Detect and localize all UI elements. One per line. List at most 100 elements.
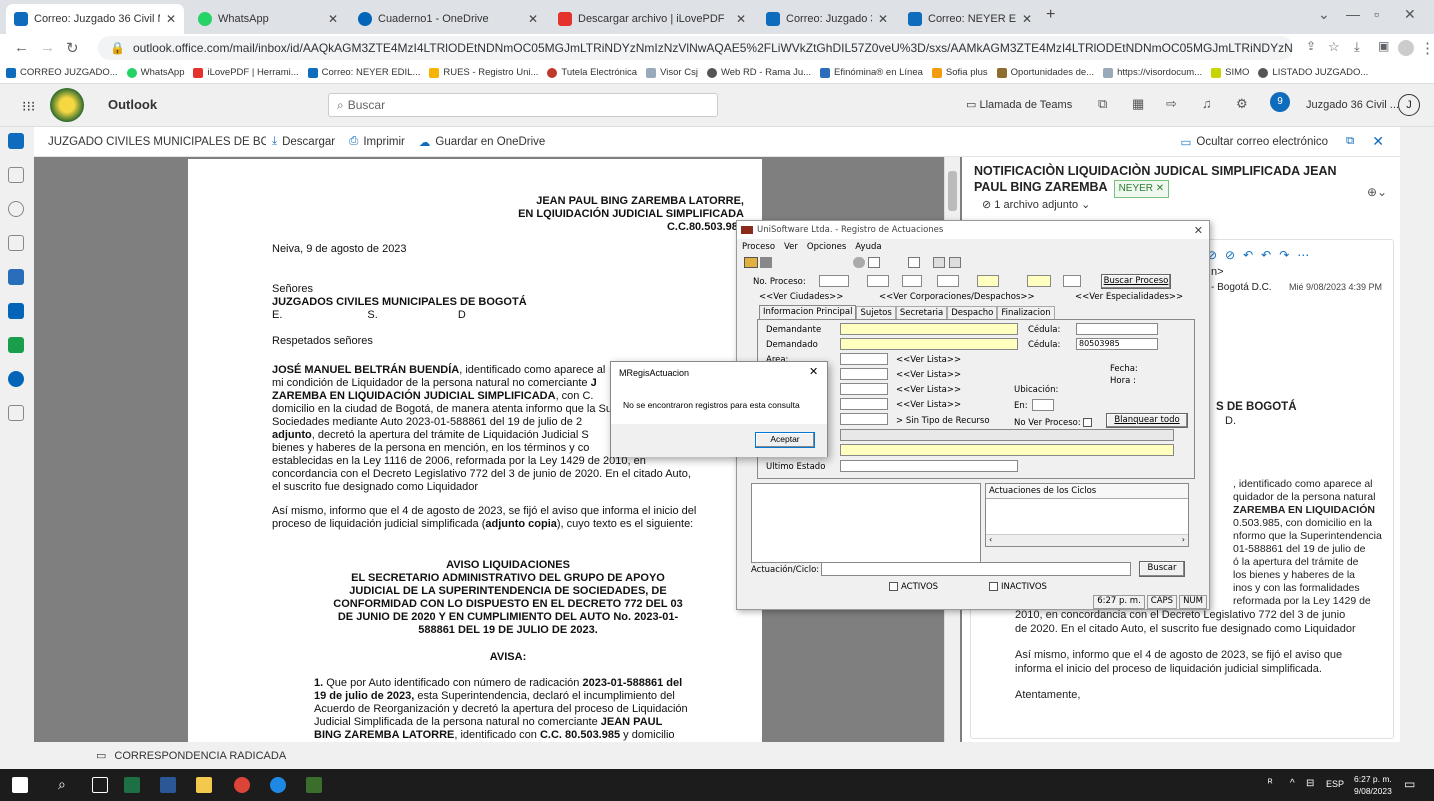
lista-field-1[interactable]	[840, 368, 888, 380]
en-field[interactable]	[1032, 399, 1054, 411]
tab-outlook-juzgado-2[interactable]: Correo: Juzgado 36 Civil Municip✕	[758, 4, 896, 34]
premium-badge[interactable]: 9	[1270, 92, 1290, 112]
ver-lista-link[interactable]: <<Ver Lista>>	[896, 400, 961, 410]
attachment-count[interactable]: ⊘ 1 archivo adjunto ⌄	[982, 198, 1090, 211]
address-bar[interactable]: 🔒 outlook.office.com/mail/inbox/id/AAQkA…	[98, 36, 1293, 60]
tab-search-icon[interactable]: ⌄	[1318, 6, 1330, 23]
excel-taskbar-icon[interactable]	[124, 777, 140, 793]
bookmark-item[interactable]: SIMO	[1211, 67, 1249, 78]
proceso-field-5[interactable]	[977, 275, 999, 287]
menu-ver[interactable]: Ver	[784, 242, 798, 252]
proceso-field-6[interactable]	[1027, 275, 1051, 287]
share-icon[interactable]: ⇪	[1306, 39, 1316, 53]
lista-field-2[interactable]	[840, 383, 888, 395]
page-icon[interactable]	[908, 257, 920, 268]
search-icon[interactable]: ⌕	[58, 776, 66, 793]
close-icon[interactable]: ✕	[809, 365, 818, 378]
aceptar-button[interactable]: Aceptar	[755, 432, 815, 448]
close-icon[interactable]: ✕	[1194, 224, 1203, 237]
window-close-icon[interactable]: ✕	[1404, 6, 1416, 23]
profile-icon[interactable]	[1398, 40, 1414, 56]
minimize-icon[interactable]: —	[1346, 6, 1360, 22]
document-icon[interactable]	[868, 257, 880, 268]
mail-icon[interactable]	[8, 133, 24, 149]
tab-finalizacion[interactable]: Finalizacion	[997, 306, 1055, 320]
tab-informacion-principal[interactable]: Informacion Principal	[759, 305, 857, 320]
inactivos-checkbox[interactable]	[989, 582, 998, 591]
buscar-button[interactable]: Buscar	[1139, 561, 1185, 577]
bookmark-item[interactable]: Sofia plus	[931, 67, 988, 78]
ver-corporaciones-link[interactable]: <<Ver Corporaciones/Despachos>>	[879, 292, 1035, 302]
record-icon[interactable]	[853, 257, 865, 268]
todo-icon[interactable]	[8, 269, 24, 285]
category-tag[interactable]: NEYER ✕	[1113, 180, 1170, 198]
star-icon[interactable]: ☆	[1328, 39, 1340, 55]
area-field[interactable]	[840, 353, 888, 365]
task-view-icon[interactable]	[92, 777, 108, 793]
word-icon[interactable]: ▦	[1132, 96, 1144, 112]
bookmark-item[interactable]: Web RD - Rama Ju...	[706, 67, 811, 78]
tab-secretaria[interactable]: Secretaria	[895, 306, 948, 320]
proceso-field-7[interactable]	[1063, 275, 1081, 287]
close-preview-icon[interactable]: ✕	[1372, 133, 1384, 150]
excel-icon[interactable]	[8, 337, 24, 353]
blanquear-button[interactable]: Blanquear todo	[1106, 413, 1188, 428]
windows-start-icon[interactable]	[12, 777, 28, 793]
bookmark-item[interactable]: WhatsApp	[126, 67, 184, 78]
menu-proceso[interactable]: Proceso	[742, 242, 775, 252]
sidepanel-icon[interactable]: ▣	[1378, 39, 1389, 53]
ciclos-list[interactable]: Actuaciones de los Ciclos ‹ ›	[985, 483, 1189, 547]
demandante-field[interactable]	[840, 323, 1018, 335]
open-folder-icon[interactable]	[744, 257, 758, 268]
horizontal-scrollbar[interactable]: ‹ ›	[986, 534, 1188, 546]
people-icon[interactable]	[8, 201, 24, 217]
bookmark-item[interactable]: https://visordocum...	[1103, 67, 1202, 78]
app-launcher-icon[interactable]: ⁝⁝⁝	[22, 98, 35, 115]
chevron-up-icon[interactable]: ^	[1290, 778, 1295, 789]
more-apps-icon[interactable]	[8, 405, 24, 421]
proceso-field-1[interactable]	[819, 275, 849, 287]
proceso-field-3[interactable]	[902, 275, 922, 287]
forward-icon[interactable]: →	[40, 39, 55, 56]
close-icon[interactable]: ✕	[166, 12, 176, 26]
chrome-icon[interactable]	[234, 777, 250, 793]
scroll-right-icon[interactable]: ›	[1182, 535, 1185, 544]
actuaciones-list[interactable]	[751, 483, 981, 563]
ver-lista-link[interactable]: <<Ver Lista>>	[896, 370, 961, 380]
ver-lista-link[interactable]: <<Ver Lista>>	[896, 355, 961, 365]
teams-app-icon[interactable]	[8, 303, 24, 319]
account-name[interactable]: Juzgado 36 Civil ...	[1306, 99, 1399, 111]
tab-outlook-neyer[interactable]: Correo: NEYER EDILSON VERANC✕	[900, 4, 1040, 34]
buscar-proceso-button[interactable]: Buscar Proceso	[1101, 274, 1171, 289]
proceso-field-2[interactable]	[867, 275, 889, 287]
popout-icon[interactable]: ⧉	[1346, 135, 1354, 148]
bookmark-item[interactable]: Tutela Electrónica	[547, 67, 637, 78]
gear-icon[interactable]: ⚙	[1236, 96, 1248, 112]
restore-icon[interactable]: ▫	[1374, 6, 1379, 22]
onedrive-app-icon[interactable]	[8, 371, 24, 387]
chat-icon[interactable]: ⧉	[1098, 96, 1107, 112]
file-explorer-icon[interactable]	[196, 777, 212, 793]
unisoftware-taskbar-icon[interactable]	[306, 777, 322, 793]
grid-icon[interactable]	[933, 257, 945, 268]
close-icon[interactable]: ✕	[328, 12, 338, 26]
word-taskbar-icon[interactable]	[160, 777, 176, 793]
back-icon[interactable]: ←	[14, 39, 29, 56]
activos-checkbox[interactable]	[889, 582, 898, 591]
menu-icon[interactable]: ⋮	[1420, 39, 1434, 57]
tab-ilovepdf[interactable]: Descargar archivo | iLovePDF ✕	[550, 4, 754, 34]
download-button[interactable]: Descargar	[282, 136, 335, 148]
cedula-demandado-field[interactable]: 80503985	[1076, 338, 1158, 350]
no-ver-proceso-checkbox[interactable]	[1083, 418, 1093, 427]
proceso-field-4[interactable]	[937, 275, 959, 287]
clock[interactable]: 6:27 p. m. 9/08/2023	[1354, 773, 1392, 797]
attachment-icon[interactable]	[8, 235, 24, 251]
notifications-icon[interactable]: ▭	[1404, 777, 1415, 791]
inactivos-option[interactable]: INACTIVOS	[989, 582, 1047, 592]
close-icon[interactable]: ✕	[736, 12, 746, 26]
bell-icon[interactable]: ♫	[1202, 96, 1212, 111]
save-icon[interactable]	[760, 257, 772, 268]
recurso-field[interactable]	[840, 413, 888, 425]
bookmark-item[interactable]: iLovePDF | Herrami...	[193, 67, 299, 78]
scroll-thumb[interactable]	[948, 171, 957, 211]
